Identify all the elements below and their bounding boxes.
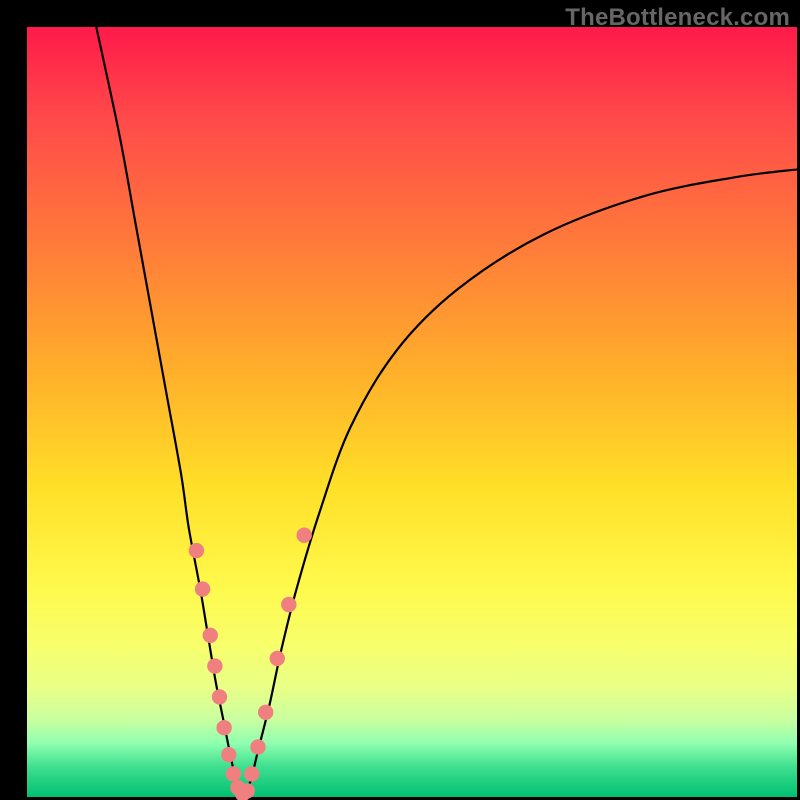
right-curve bbox=[243, 169, 797, 797]
highlight-dot bbox=[240, 783, 255, 798]
left-curve bbox=[96, 27, 242, 797]
highlight-dot bbox=[195, 581, 210, 596]
highlight-dot bbox=[216, 720, 231, 735]
highlight-dot bbox=[226, 766, 241, 781]
highlight-dot bbox=[258, 705, 273, 720]
chart-svg bbox=[27, 27, 797, 797]
highlight-dot bbox=[203, 628, 218, 643]
highlight-dot bbox=[297, 528, 312, 543]
highlight-dot bbox=[189, 543, 204, 558]
highlight-dot bbox=[250, 739, 265, 754]
highlight-dot bbox=[281, 597, 296, 612]
highlight-dot bbox=[221, 747, 236, 762]
highlight-dot bbox=[212, 689, 227, 704]
watermark-text: TheBottleneck.com bbox=[565, 4, 790, 32]
plot-area bbox=[27, 27, 797, 797]
highlight-dot bbox=[270, 651, 285, 666]
highlight-dots bbox=[189, 528, 312, 800]
chart-frame: TheBottleneck.com bbox=[0, 0, 800, 800]
highlight-dot bbox=[207, 658, 222, 673]
highlight-dot bbox=[244, 766, 259, 781]
